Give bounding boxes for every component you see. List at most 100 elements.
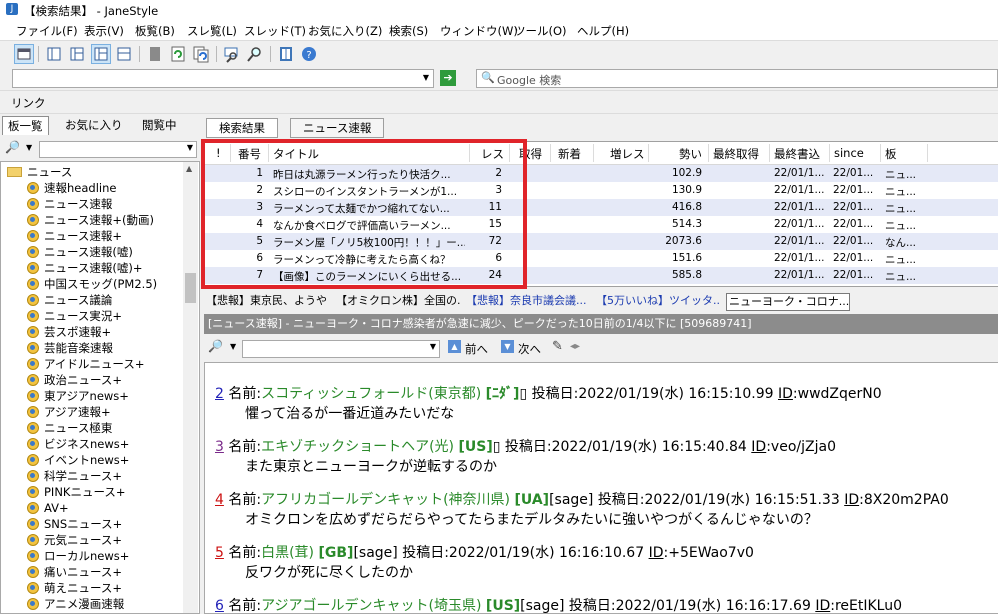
up-arrow-icon[interactable]: ▲ <box>448 340 461 353</box>
pen-icon[interactable]: ✎ <box>552 339 563 354</box>
cell-last-written: 22/01/1... <box>774 218 825 230</box>
refresh-all-icon[interactable] <box>192 45 210 63</box>
chevron-down-icon[interactable]: ▼ <box>430 342 436 351</box>
board-search: 🔎 ▼ ▼ <box>3 140 197 158</box>
book-icon[interactable] <box>277 45 295 63</box>
post-number[interactable]: 2 <box>215 386 224 402</box>
menu-help[interactable]: ヘルプ(H) <box>577 23 629 39</box>
tree-scrollbar[interactable]: ▲ <box>183 162 198 613</box>
search-thread-icon[interactable] <box>223 45 241 63</box>
thread-tab-1[interactable]: 【悲報】東京民、ようや... <box>204 293 328 309</box>
refresh-icon[interactable] <box>169 45 187 63</box>
tree-item-label: 政治ニュース+ <box>44 373 123 387</box>
board-icon <box>27 214 39 226</box>
tree-item-label: ビジネスnews+ <box>44 437 130 451</box>
board-icon <box>27 454 39 466</box>
post-id: :+5EWao7v0 <box>663 545 754 561</box>
chevron-down-icon[interactable]: ▼ <box>187 143 193 152</box>
board-icon <box>27 374 39 386</box>
col-increase[interactable]: 増レス <box>610 146 645 162</box>
pane-layout-1-icon[interactable] <box>45 45 63 63</box>
post-separator: ▯ <box>492 439 501 455</box>
col-last-fetched[interactable]: 最終取得 <box>713 146 759 162</box>
pane-layout-4-icon[interactable] <box>115 45 133 63</box>
col-new[interactable]: 新着 <box>558 146 581 162</box>
next-button[interactable]: 次へ <box>518 341 541 357</box>
cell-last-written: 22/01/1... <box>774 269 825 281</box>
down-arrow-icon[interactable]: ▼ <box>501 340 514 353</box>
col-board[interactable]: 板 <box>885 146 897 162</box>
post-id-link[interactable]: ID <box>649 545 664 561</box>
tab-news-flash[interactable]: ニュース速報 <box>290 118 385 138</box>
chevron-down-icon[interactable]: ▼ <box>421 70 431 85</box>
chevron-down-icon[interactable]: ▼ <box>230 342 236 351</box>
post-number[interactable]: 5 <box>215 545 224 561</box>
pane-layout-3-icon[interactable] <box>91 44 111 64</box>
board-icon <box>27 518 39 530</box>
board-icon <box>27 582 39 594</box>
tab-search-results[interactable]: 検索結果 <box>206 118 278 138</box>
search-icon[interactable]: 🔎 <box>208 339 223 353</box>
tab-favorites[interactable]: お気に入り <box>60 116 128 134</box>
pane-layout-2-icon[interactable] <box>68 45 86 63</box>
chevron-down-icon[interactable]: ▼ <box>26 143 32 152</box>
tree-item-label: 痛いニュース+ <box>44 565 123 579</box>
search-icon[interactable]: 🔎 <box>5 140 20 154</box>
menu-boards[interactable]: 板覧(B) <box>135 23 175 39</box>
layout-toggle-icon[interactable] <box>14 44 34 64</box>
split-arrows-icon[interactable]: ◂▸ <box>570 341 580 352</box>
tree-item-label: 東アジアnews+ <box>44 389 129 403</box>
col-momentum[interactable]: 勢い <box>679 146 702 162</box>
tab-browsing[interactable]: 閲覧中 <box>137 116 182 134</box>
post-id-link[interactable]: ID <box>844 492 859 508</box>
thread-tab-5[interactable]: ニューヨーク・コロナ... <box>726 293 850 311</box>
menu-thread[interactable]: スレッド(T) <box>244 23 306 39</box>
board-icon <box>27 182 39 194</box>
post-id: :8X20m2PA0 <box>859 492 949 508</box>
menu-thread-list[interactable]: スレ覧(L) <box>187 23 237 39</box>
post-tag: [GB] <box>318 545 354 561</box>
scroll-thumb[interactable] <box>185 273 196 303</box>
post-id-link[interactable]: ID <box>751 439 766 455</box>
document-icon[interactable] <box>146 45 164 63</box>
tree-item-label: AV+ <box>44 501 69 515</box>
thread-tab-3[interactable]: 【悲報】奈良市議会議... <box>464 293 590 309</box>
board-icon <box>27 486 39 498</box>
cell-since: 22/01... <box>833 184 874 196</box>
tree-item-label: ニュース速報(嘘) <box>44 245 133 259</box>
tab-board-list[interactable]: 板一覧 <box>2 116 49 135</box>
tree-item-label: アイドルニュース+ <box>44 357 145 371</box>
menu-tools[interactable]: ツール(O) <box>514 23 567 39</box>
cell-board: ニュ... <box>885 169 917 181</box>
post-number[interactable]: 4 <box>215 492 224 508</box>
google-search-input[interactable]: 🔍 Google 検索 <box>476 69 998 88</box>
menu-window[interactable]: ウィンドウ(W) <box>440 23 518 39</box>
post-name-label: 名前: <box>228 545 262 561</box>
scroll-up-icon[interactable]: ▲ <box>186 164 192 173</box>
address-input[interactable] <box>12 69 434 88</box>
help-icon[interactable]: ? <box>300 45 318 63</box>
post-author: エキゾチックショートヘア(光) <box>261 439 455 455</box>
post-id-link[interactable]: ID <box>778 386 793 402</box>
go-arrow-icon[interactable]: ➔ <box>440 70 456 86</box>
menu-file[interactable]: ファイル(F) <box>16 23 78 39</box>
search-icon[interactable] <box>246 45 264 63</box>
menu-favorites[interactable]: お気に入り(Z) <box>308 23 382 39</box>
col-last-written[interactable]: 最終書込 <box>774 146 820 162</box>
post-tag: [ﾆﾀﾞ] <box>485 386 520 402</box>
tree-item-label: ニュース速報+(動画) <box>44 213 155 227</box>
thread-tab-2[interactable]: 【オミクロン株】全国の... <box>334 293 460 309</box>
col-since[interactable]: since <box>834 146 864 160</box>
prev-button[interactable]: 前へ <box>465 341 488 357</box>
board-search-input[interactable]: ▼ <box>39 141 197 158</box>
tree-item-label: 芸能音楽速報 <box>44 341 113 355</box>
thread-tab-4[interactable]: 【5万いいね】ツイッタ... <box>594 293 720 309</box>
menu-view[interactable]: 表示(V) <box>84 23 124 39</box>
post-number[interactable]: 3 <box>215 439 224 455</box>
post-date: 投稿日:2022/01/19(水) 16:15:51.33 <box>597 492 840 508</box>
cell-last-written: 22/01/1... <box>774 201 825 213</box>
thread-search-input[interactable]: ▼ <box>242 340 440 358</box>
cell-last-written: 22/01/1... <box>774 235 825 247</box>
menu-search[interactable]: 検索(S) <box>389 23 428 39</box>
title-bar: J 【検索結果】 - JaneStyle <box>0 0 998 20</box>
